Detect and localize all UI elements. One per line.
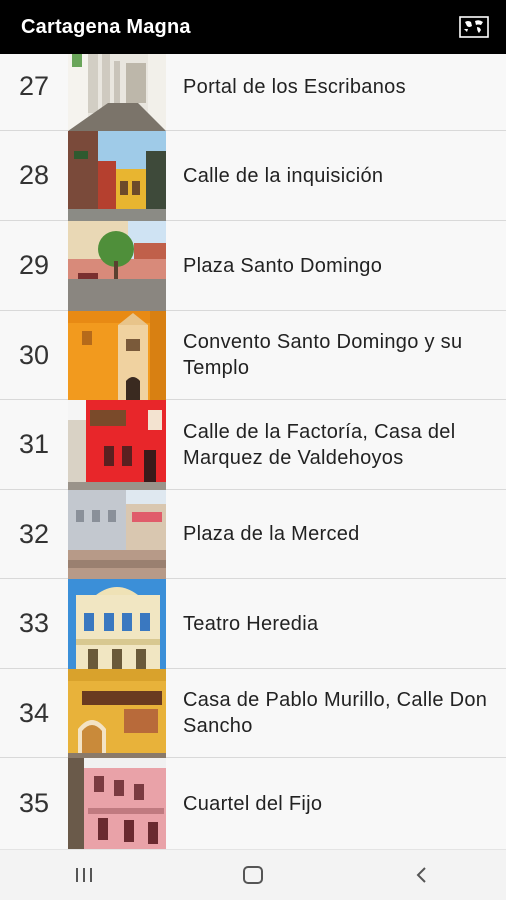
item-thumbnail [68, 220, 166, 311]
item-name: Plaza de la Merced [183, 523, 360, 545]
item-thumbnail [68, 489, 166, 579]
app-bar: Cartagena Magna [0, 0, 506, 54]
item-name: Calle de la Factoría, Casa del Marquez d… [183, 420, 456, 469]
item-number: 31 [18, 429, 50, 459]
recent-apps-icon [76, 868, 93, 882]
list-item[interactable]: 29 Plaza Santo Domingo [0, 220, 506, 311]
item-number: 32 [18, 518, 50, 549]
home-icon [242, 866, 263, 884]
item-name: Calle de la inquisición [183, 164, 384, 187]
item-number: 28 [18, 160, 50, 190]
item-thumbnail [68, 310, 166, 400]
item-thumbnail [68, 668, 166, 758]
list-item[interactable]: 30 Convento Santo Domingo y su Templo [0, 310, 506, 400]
list-item[interactable]: 28 Calle de la inquisición [0, 130, 506, 221]
map-button[interactable] [458, 14, 490, 40]
back-button[interactable] [392, 855, 452, 895]
map-icon [459, 16, 489, 38]
item-number: 34 [18, 697, 50, 728]
app-title: Cartagena Magna [21, 15, 191, 38]
item-number: 27 [18, 71, 50, 101]
item-number: 33 [18, 608, 50, 638]
list-item[interactable]: 33 Teatro Heredia [0, 578, 506, 669]
item-number: 30 [18, 339, 50, 370]
system-navigation-bar [0, 849, 506, 900]
item-thumbnail [68, 130, 166, 221]
item-thumbnail [68, 399, 166, 490]
item-name: Cuartel del Fijo [183, 792, 323, 815]
item-number: 29 [18, 250, 50, 280]
item-name: Plaza Santo Domingo [183, 254, 383, 277]
list-item[interactable]: 31 Calle de la Factoría, Casa del Marque… [0, 399, 506, 490]
list-item[interactable]: 34 Casa de Pablo Murillo, Calle Don Sanc… [0, 668, 506, 758]
list-item[interactable]: 35 Cuartel del Fijo [0, 758, 506, 849]
item-thumbnail [68, 578, 166, 669]
list-item[interactable]: 27 Portal de los Escribanos [0, 54, 506, 131]
back-icon [416, 867, 426, 883]
list-item[interactable]: 32 Plaza de la Merced [0, 489, 506, 579]
recents-button[interactable] [54, 855, 114, 895]
home-button[interactable] [223, 855, 283, 895]
monument-list: 27 Portal de los Escribanos 28 Calle de … [0, 54, 506, 849]
item-number: 35 [18, 788, 50, 818]
item-name: Convento Santo Domingo y su Templo [183, 331, 463, 379]
item-thumbnail [68, 54, 166, 131]
item-name: Teatro Heredia [183, 612, 319, 635]
item-thumbnail [68, 758, 166, 849]
item-name: Portal de los Escribanos [183, 75, 406, 98]
item-name: Casa de Pablo Murillo, Calle Don Sancho [183, 689, 488, 737]
